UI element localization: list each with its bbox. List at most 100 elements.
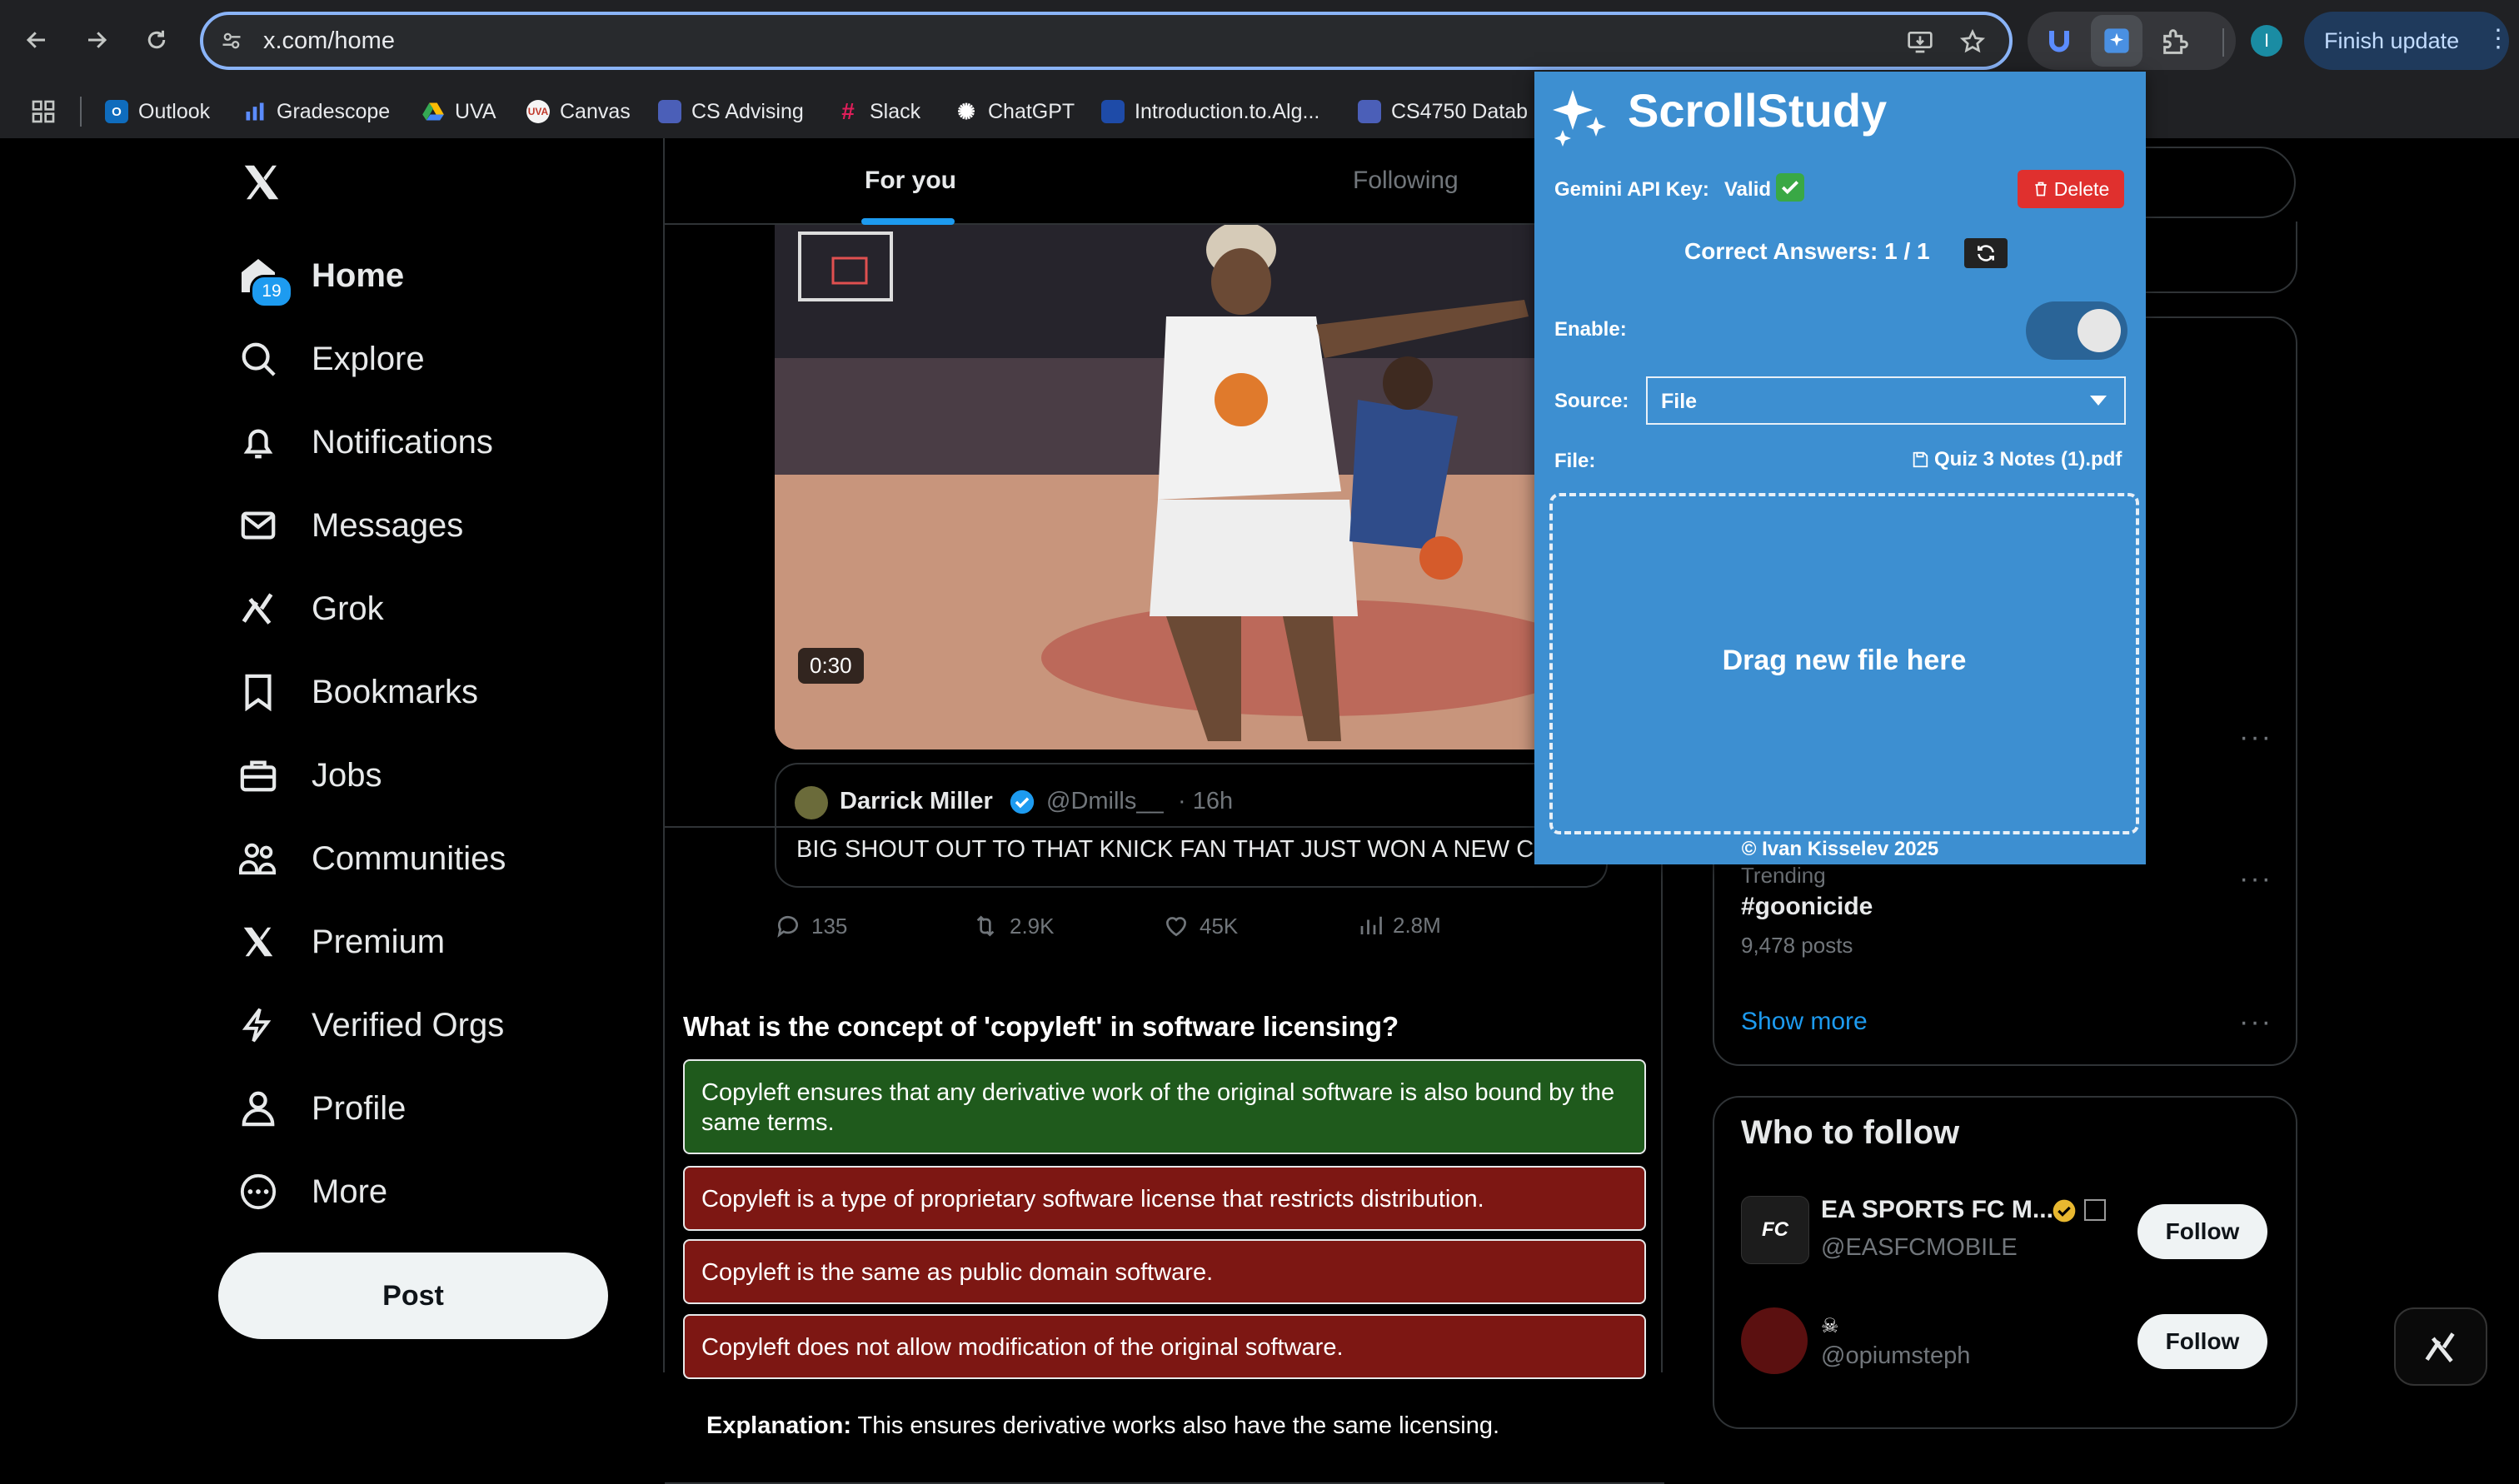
quoted-author-handle[interactable]: @Dmills__ xyxy=(1046,788,1164,815)
api-key-label: Gemini API Key: xyxy=(1554,178,1709,201)
folder-icon xyxy=(1358,100,1381,123)
address-bar[interactable]: x.com/home xyxy=(200,12,2013,70)
url-text[interactable]: x.com/home xyxy=(263,27,395,55)
bookmark-label: Canvas xyxy=(560,99,631,123)
install-app-icon[interactable] xyxy=(1906,28,1934,55)
delete-key-button[interactable]: Delete xyxy=(2018,170,2124,208)
verified-badge-icon xyxy=(1008,788,1036,816)
site-settings-icon[interactable] xyxy=(220,29,243,52)
quiz-answer-wrong[interactable]: Copyleft is the same as public domain so… xyxy=(683,1239,1646,1304)
file-drop-zone[interactable]: Drag new file here xyxy=(1549,493,2139,834)
bookmark-cs-advising[interactable]: CS Advising xyxy=(658,93,804,130)
mail-icon xyxy=(237,504,280,547)
source-label: Source: xyxy=(1554,390,1629,412)
reload-button[interactable] xyxy=(133,17,180,63)
back-arrow-icon xyxy=(26,32,45,48)
nav-item-jobs[interactable]: Jobs xyxy=(237,746,382,804)
apps-grid-icon[interactable] xyxy=(30,98,57,125)
explanation-label: Explanation: xyxy=(706,1412,852,1439)
canvas-icon: UVA xyxy=(526,100,550,123)
finish-update-label: Finish update xyxy=(2324,27,2460,53)
bookmark-label: CS4750 Datab xyxy=(1391,99,1529,123)
views-button[interactable]: 2.8M xyxy=(1358,913,1441,939)
nav-item-more[interactable]: More xyxy=(237,1163,387,1221)
back-button[interactable] xyxy=(13,17,60,63)
follow-button[interactable]: Follow xyxy=(2137,1314,2267,1369)
nav-item-verified-orgs[interactable]: Verified Orgs xyxy=(237,996,504,1054)
nav-item-bookmarks[interactable]: Bookmarks xyxy=(237,663,478,721)
enable-toggle[interactable] xyxy=(2026,301,2127,360)
nav-item-communities[interactable]: Communities xyxy=(237,829,506,888)
follow-button[interactable]: Follow xyxy=(2137,1204,2267,1259)
people-icon xyxy=(237,837,280,880)
nav-label: Bookmarks xyxy=(312,673,479,710)
tab-for-you[interactable]: For you xyxy=(865,167,956,195)
trend-name[interactable]: #goonicide xyxy=(1741,893,1873,921)
finish-update-button[interactable]: Finish update ⋮ xyxy=(2304,12,2511,70)
account-handle: @EASFCMOBILE xyxy=(1821,1234,2018,1261)
views-chart-icon xyxy=(1360,916,1382,934)
timeline-tabs: For you Following xyxy=(665,138,1664,225)
bell-icon xyxy=(237,421,280,464)
reply-button[interactable]: 135 xyxy=(775,913,847,939)
grok-icon xyxy=(2425,1332,2455,1362)
nav-item-messages[interactable]: Messages xyxy=(237,496,463,555)
post-button[interactable]: Post xyxy=(218,1252,608,1339)
profile-avatar[interactable]: I xyxy=(2251,25,2282,57)
repost-icon xyxy=(976,915,995,937)
easfc-avatar[interactable]: FC xyxy=(1741,1196,1809,1264)
bookmark-cs4750[interactable]: CS4750 Datab xyxy=(1358,93,1528,130)
quiz-answer-wrong[interactable]: Copyleft does not allow modification of … xyxy=(683,1314,1646,1379)
who-to-follow-title: Who to follow xyxy=(1741,1114,1960,1151)
bookmark-gradescope[interactable]: Gradescope xyxy=(243,93,390,130)
sparkles-icon xyxy=(1549,87,1609,150)
quoted-tweet[interactable]: Darrick Miller @Dmills__ · 16h BIG SHOUT… xyxy=(775,763,1608,888)
bookmark-uva[interactable]: UVA xyxy=(421,93,496,130)
trend-more-icon[interactable]: ··· xyxy=(2239,721,2272,754)
extension-u-icon[interactable] xyxy=(2044,25,2074,57)
bookmark-intro-algorithms[interactable]: Introduction.to.Alg... xyxy=(1101,93,1319,130)
scrollstudy-extension-button[interactable] xyxy=(2091,15,2142,67)
opiumsteph-avatar[interactable] xyxy=(1741,1307,1808,1374)
outlook-icon: O xyxy=(105,100,128,123)
refresh-icon xyxy=(1978,245,1994,261)
nav-label: Premium xyxy=(312,923,446,960)
nav-label: More xyxy=(312,1173,388,1210)
bookmark-outlook[interactable]: O Outlook xyxy=(105,93,210,130)
reload-icon xyxy=(147,30,166,49)
file-label: File: xyxy=(1554,450,1596,472)
quiz-answer-wrong[interactable]: Copyleft is a type of proprietary softwa… xyxy=(683,1166,1646,1231)
bookmark-label: Outlook xyxy=(138,99,211,123)
scrollstudy-icon xyxy=(2104,28,2129,53)
repost-button[interactable]: 2.9K xyxy=(971,913,1055,939)
bookmark-canvas[interactable]: UVA Canvas xyxy=(526,93,631,130)
forward-arrow-icon xyxy=(88,32,107,48)
nav-label: Jobs xyxy=(312,756,382,794)
source-select[interactable]: File xyxy=(1646,376,2126,425)
bookmark-slack[interactable]: # Slack xyxy=(836,93,920,130)
nav-item-profile[interactable]: Profile xyxy=(237,1079,406,1138)
nav-item-notifications[interactable]: Notifications xyxy=(237,413,493,471)
trend-more-icon[interactable]: ··· xyxy=(2239,1006,2272,1038)
quiz-answer-correct[interactable]: Copyleft ensures that any derivative wor… xyxy=(683,1059,1646,1154)
nav-item-explore[interactable]: Explore xyxy=(237,330,425,388)
show-more-link[interactable]: Show more xyxy=(1741,1008,1868,1036)
like-button[interactable]: 45K xyxy=(1163,913,1238,939)
trend-more-icon[interactable]: ··· xyxy=(2239,863,2272,895)
reset-score-button[interactable] xyxy=(1964,238,2008,268)
nav-item-grok[interactable]: Grok xyxy=(237,580,384,638)
tab-following[interactable]: Following xyxy=(1353,167,1459,195)
bookmark-star-icon[interactable] xyxy=(1959,28,1986,55)
quoted-author-name[interactable]: Darrick Miller xyxy=(840,788,993,815)
nav-item-premium[interactable]: Premium xyxy=(237,913,445,971)
forward-button[interactable] xyxy=(73,17,120,63)
api-key-status: Valid xyxy=(1724,178,1772,201)
extensions-puzzle-icon[interactable] xyxy=(2159,25,2192,58)
tweet-video[interactable]: 0:30 xyxy=(775,225,1608,749)
bookmark-chatgpt[interactable]: ✺ ChatGPT xyxy=(955,93,1075,130)
quiz-question: What is the concept of 'copyleft' in sof… xyxy=(683,1011,1399,1042)
grok-floating-button[interactable] xyxy=(2394,1307,2487,1386)
slack-icon: # xyxy=(841,98,855,124)
account-name[interactable]: EA SPORTS FC M... xyxy=(1821,1196,2053,1224)
x-logo-icon[interactable] xyxy=(238,160,285,205)
